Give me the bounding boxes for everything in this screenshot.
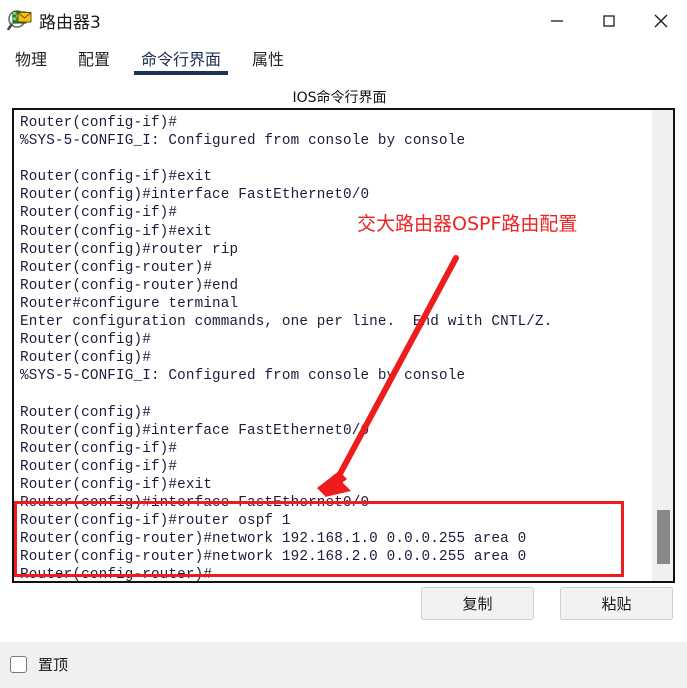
maximize-icon[interactable] [583, 0, 635, 41]
always-on-top-label: 置顶 [38, 656, 69, 674]
window-title: 路由器3 [39, 13, 101, 33]
title-bar: 路由器3 [0, 0, 687, 41]
minimize-icon[interactable] [531, 0, 583, 41]
terminal-line: Router#configure terminal [20, 295, 239, 312]
terminal-line: Router(config)#router rip [20, 241, 239, 258]
terminal-line: Router(config)#interface FastEthernet0/0 [20, 422, 370, 439]
terminal-line: Router(config)# [20, 404, 151, 421]
terminal-line: Router(config-if)#exit [20, 476, 213, 493]
terminal-line: Router(config)#interface FastEthernet0/0 [20, 187, 370, 204]
terminal-line: Router(config-if)#exit [20, 169, 213, 186]
red-highlight-box [14, 501, 624, 577]
annotation-label: 交大路由器OSPF路由配置 [357, 213, 578, 235]
close-icon[interactable] [635, 0, 687, 41]
always-on-top-checkbox[interactable] [10, 656, 27, 673]
footer-divider [0, 641, 687, 642]
terminal-line: Router(config)# [20, 332, 151, 349]
terminal-line: Router(config)# [20, 350, 151, 367]
tab-physical[interactable]: 物理 [13, 41, 49, 70]
terminal-line: Enter configuration commands, one per li… [20, 314, 553, 331]
paste-button[interactable]: 粘贴 [560, 587, 673, 620]
terminal-line: Router(config-router)#end [20, 277, 239, 294]
footer-bar: 置顶 [0, 641, 687, 688]
tab-list: 物理 配置 命令行界面 属性 [0, 41, 687, 81]
copy-button[interactable]: 复制 [421, 587, 534, 620]
terminal-line: Router(config-if)# [20, 115, 178, 131]
panel-heading: IOS命令行界面 [292, 90, 387, 106]
tab-config[interactable]: 配置 [76, 41, 112, 70]
tab-strip: 物理 配置 命令行界面 属性 [0, 41, 687, 81]
terminal-line: Router(config-if)# [20, 440, 178, 457]
tab-cli[interactable]: 命令行界面 [134, 41, 229, 75]
terminal-line: %SYS-5-CONFIG_I: Configured from console… [20, 133, 466, 150]
window-controls [531, 0, 687, 41]
scrollbar-thumb[interactable] [657, 510, 670, 565]
router-magnifier-icon [7, 8, 33, 34]
terminal-scrollbar[interactable] [652, 110, 673, 581]
terminal-line: Router(config-router)# [20, 259, 213, 276]
terminal-line: Router(config-if)# [20, 458, 178, 475]
terminal-line: %SYS-5-CONFIG_I: Configured from console… [20, 368, 466, 385]
action-buttons: 复制 粘贴 [421, 587, 673, 620]
cli-panel: IOS命令行界面 Router(config-if)# %SYS-5-CONFI… [0, 81, 687, 641]
tab-attributes[interactable]: 属性 [250, 41, 286, 70]
